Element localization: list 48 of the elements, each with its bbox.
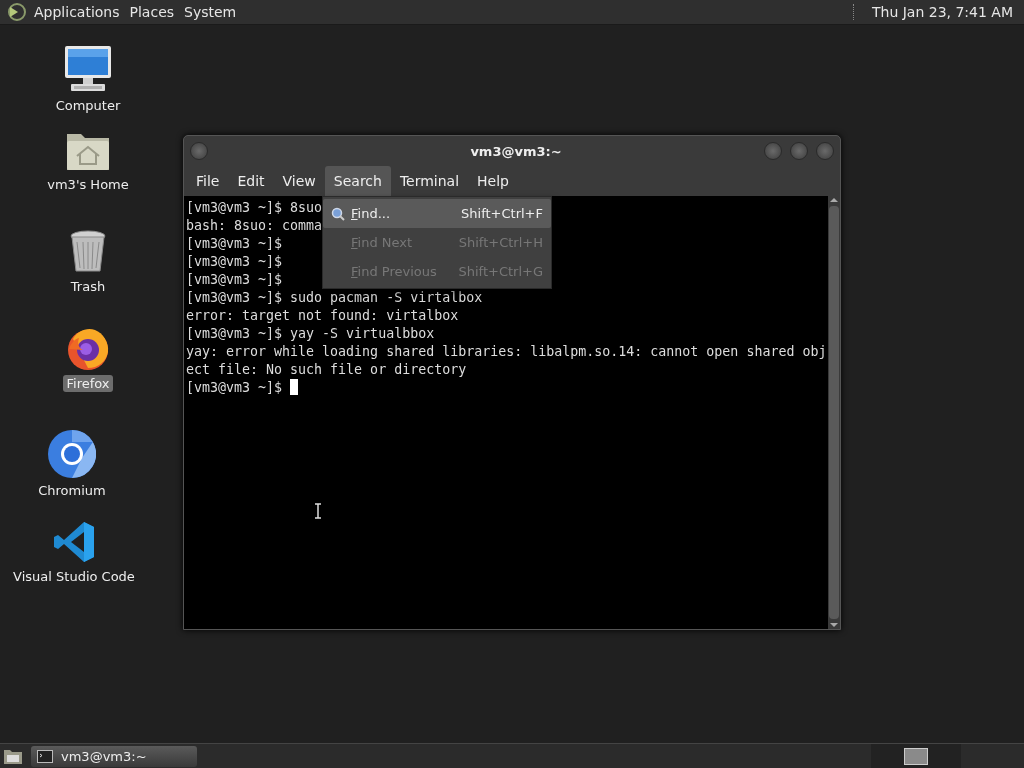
vscode-icon [52, 520, 96, 564]
minimize-button[interactable] [764, 142, 782, 160]
desktop-icon-label[interactable]: vm3's Home [44, 176, 132, 193]
panel-menu[interactable]: Places [124, 2, 180, 22]
window-title: vm3@vm3:~ [469, 143, 563, 159]
terminal-line: error: target not found: virtalbox [186, 307, 459, 325]
menu-bar-item[interactable]: Help [468, 166, 518, 196]
trash-icon [69, 230, 107, 274]
computer-icon [63, 45, 113, 93]
terminal-line: [vm3@vm3 ~]$ [186, 380, 283, 395]
scroll-down-icon[interactable] [830, 621, 839, 629]
scrollbar[interactable] [828, 196, 840, 629]
taskbar-button[interactable]: vm3@vm3:~ [31, 745, 197, 767]
show-desktop-icon[interactable] [3, 747, 23, 765]
search-icon [331, 206, 345, 221]
scroll-up-icon[interactable] [830, 196, 839, 204]
terminal-line: [vm3@vm3 ~]$ yay -S virtualbbox [186, 325, 435, 343]
terminal-line: bash: 8suo: comma [186, 217, 323, 235]
chromium-icon [48, 430, 96, 478]
text-cursor [290, 379, 299, 395]
panel-clock[interactable]: Thu Jan 23, 7:41 AM [866, 2, 1018, 22]
terminal-icon [37, 749, 53, 763]
close-button[interactable] [816, 142, 834, 160]
desktop-icon-label[interactable]: Computer [52, 97, 124, 114]
terminal-line: [vm3@vm3 ~]$ sudo pacman -S virtalbox [186, 289, 483, 307]
panel-menu[interactable]: Applications [29, 2, 125, 22]
terminal-line: ect file: No such file or directory [186, 361, 467, 379]
menu-bar-item[interactable]: File [187, 166, 229, 196]
terminal-line: [vm3@vm3 ~]$ [186, 271, 283, 289]
text-cursor-icon [314, 503, 322, 519]
menu-bar-item[interactable]: Edit [228, 166, 274, 196]
maximize-button[interactable] [790, 142, 808, 160]
workspace-switcher[interactable] [871, 743, 961, 768]
menu-bar-item[interactable]: View [273, 166, 325, 196]
terminal-line: [vm3@vm3 ~]$ [186, 253, 283, 271]
terminal-line: [vm3@vm3 ~]$ [186, 235, 283, 253]
terminal-line: [vm3@vm3 ~]$ 8suo [186, 199, 323, 217]
distro-logo-icon[interactable] [6, 2, 26, 22]
panel-menu[interactable]: System [179, 2, 242, 22]
menu-bar-item[interactable]: Terminal [390, 166, 469, 196]
menu-bar-item[interactable]: Search [324, 166, 391, 196]
menu-item[interactable]: Find... Shift+Ctrl+F [323, 199, 551, 228]
window-menu-button[interactable] [190, 142, 208, 160]
desktop-icon-label[interactable]: Chromium [35, 482, 109, 499]
desktop-icon-label[interactable]: Trash [67, 278, 109, 295]
desktop-icon-label[interactable]: Visual Studio Code [10, 568, 138, 585]
terminal-line: yay: error while loading shared libraries: libalpm.so.14: cannot open shared obj [186, 343, 827, 361]
desktop-icon-label[interactable]: Firefox [63, 375, 113, 392]
